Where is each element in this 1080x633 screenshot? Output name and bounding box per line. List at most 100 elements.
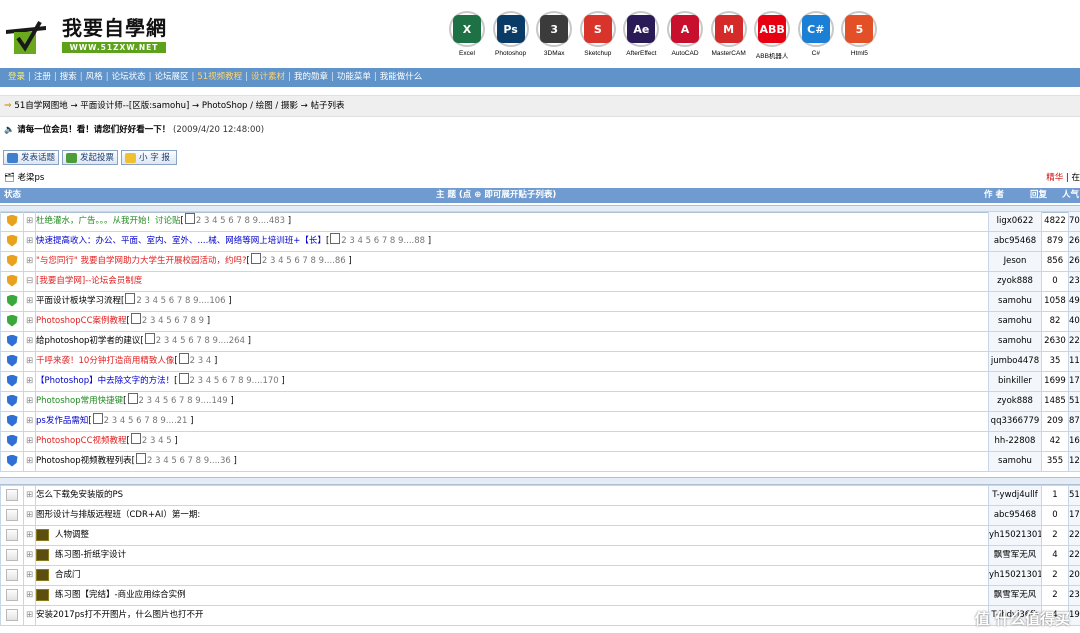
expand-toggle-icon[interactable]: ⊞ bbox=[23, 585, 36, 606]
author-link[interactable]: yh1502130125 bbox=[988, 565, 1042, 586]
aftereffects-icon[interactable]: Ae AfterEffect bbox=[618, 11, 664, 57]
expand-toggle-icon[interactable]: ⊞ bbox=[23, 451, 36, 472]
author-link[interactable]: jumbo4478 bbox=[988, 351, 1042, 372]
abb-robot-icon[interactable]: ABB ABB机器人 bbox=[749, 11, 795, 60]
page-links[interactable]: 2 3 4 5 6 7 8 9....483 bbox=[196, 216, 285, 226]
expand-toggle-icon[interactable]: ⊞ bbox=[23, 485, 36, 506]
page-links[interactable]: 2 3 4 5 6 7 8 9....149 bbox=[139, 396, 228, 406]
3dsmax-icon[interactable]: 3 3DMax bbox=[531, 11, 577, 57]
expand-toggle-icon[interactable]: ⊞ bbox=[23, 565, 36, 586]
author-link[interactable]: 飘雪军无风 bbox=[988, 585, 1042, 606]
topic-link[interactable]: 图形设计与排版远程班（CDR+AI）第一期: bbox=[37, 510, 201, 520]
expand-toggle-icon[interactable]: ⊞ bbox=[23, 545, 36, 566]
forum-name[interactable]: 老梁ps bbox=[18, 173, 45, 183]
topic-link[interactable]: 人物调整 bbox=[55, 530, 89, 540]
expand-toggle-icon[interactable]: ⊞ bbox=[23, 291, 36, 312]
topic-link[interactable]: 怎么下载免安装版的PS bbox=[37, 490, 124, 500]
author-link[interactable]: zyok888 bbox=[988, 271, 1042, 292]
topic-link[interactable]: 给photoshop初学者的建议 bbox=[37, 336, 141, 346]
page-links[interactable]: 2 3 4 5 6 7 8 9....170 bbox=[190, 376, 279, 386]
expand-toggle-icon[interactable]: ⊞ bbox=[23, 371, 36, 392]
author-link[interactable]: ligx0622 bbox=[988, 211, 1042, 232]
author-link[interactable]: samohu bbox=[988, 291, 1042, 312]
topic-link[interactable]: "与您同行" 我要自学网助力大学生开展校园活动，约吗? bbox=[37, 256, 247, 266]
topic-link[interactable]: 合成门 bbox=[55, 570, 81, 580]
menu-item[interactable]: 登录 bbox=[8, 68, 25, 87]
topic-link[interactable]: ps发作品需知 bbox=[37, 416, 89, 426]
author-link[interactable]: 飘雪军无风 bbox=[988, 545, 1042, 566]
excel-icon[interactable]: X Excel bbox=[444, 11, 490, 57]
csharp-icon[interactable]: C# C# bbox=[793, 11, 839, 57]
menu-item[interactable]: 我能做什么 bbox=[380, 68, 423, 87]
page-links[interactable]: 2 3 4 5 6 7 8 9....21 bbox=[104, 416, 188, 426]
author-link[interactable]: binkiller bbox=[988, 371, 1042, 392]
topic-link[interactable]: PhotoshopCC视频教程 bbox=[37, 436, 127, 446]
new-poll-button[interactable]: 发起投票 bbox=[62, 150, 118, 165]
expand-toggle-icon[interactable]: ⊞ bbox=[23, 411, 36, 432]
topic-link[interactable]: [我要自学网]--论坛会员制度 bbox=[37, 276, 143, 286]
topic-link[interactable]: 平面设计板块学习流程 bbox=[37, 296, 122, 306]
topic-link[interactable]: 练习图【完结】-商业应用综合实例 bbox=[55, 590, 186, 600]
author-link[interactable]: abc95468 bbox=[988, 231, 1042, 252]
menu-item[interactable]: 风格 bbox=[86, 68, 103, 87]
online-link[interactable]: | 在 bbox=[1066, 173, 1080, 183]
expand-toggle-icon[interactable]: ⊞ bbox=[23, 211, 36, 232]
elite-link[interactable]: 精华 bbox=[1046, 173, 1063, 183]
expand-toggle-icon[interactable]: ⊞ bbox=[23, 251, 36, 272]
new-topic-button[interactable]: 发表话题 bbox=[3, 150, 59, 165]
menu-item[interactable]: 51视频教程 bbox=[197, 68, 242, 87]
menu-item[interactable]: 注册 bbox=[34, 68, 51, 87]
autocad-icon[interactable]: A AutoCAD bbox=[662, 11, 708, 57]
menu-item[interactable]: 我的勋章 bbox=[294, 68, 328, 87]
announcement-link[interactable]: 请每一位会员！看！请您们好好看一下！ bbox=[17, 125, 170, 135]
mastercam-icon[interactable]: M MasterCAM bbox=[706, 11, 752, 57]
topic-link[interactable]: 杜绝灌水，广告。。。从我开始！讨论贴 bbox=[37, 216, 181, 226]
menu-item[interactable]: 论坛展区 bbox=[154, 68, 188, 87]
topic-link[interactable]: PhotoshopCC案例教程 bbox=[37, 316, 127, 326]
page-links[interactable]: 2 3 4 5 6 7 8 9....86 bbox=[262, 256, 346, 266]
author-link[interactable]: samohu bbox=[988, 311, 1042, 332]
author-link[interactable]: hh-22808 bbox=[988, 431, 1042, 452]
menu-item[interactable]: 设计素材 bbox=[251, 68, 285, 87]
author-link[interactable]: qq3366779 bbox=[988, 411, 1042, 432]
menu-item[interactable]: 功能菜单 bbox=[337, 68, 371, 87]
breadcrumb-text[interactable]: 51自学网图地 → 平面设计师--[区版:samohu] → PhotoShop… bbox=[14, 101, 344, 111]
topic-link[interactable]: 安装2017ps打不开图片，什么图片也打不开 bbox=[37, 610, 204, 620]
author-link[interactable]: Jeson bbox=[988, 251, 1042, 272]
menu-item[interactable]: 论坛状态 bbox=[112, 68, 146, 87]
expand-toggle-icon[interactable]: ⊞ bbox=[23, 311, 36, 332]
page-links[interactable]: 2 3 4 5 6 7 8 9....88 bbox=[341, 236, 425, 246]
page-links[interactable]: 2 3 4 5 6 7 8 9....264 bbox=[156, 336, 245, 346]
topic-link[interactable]: 【Photoshop】中去除文字的方法！ bbox=[37, 376, 175, 386]
page-links[interactable]: 2 3 4 bbox=[190, 356, 212, 366]
topic-link[interactable]: 快速提高收入：办公、平面、室内、室外、....械、网络等网上培训班+【长】 bbox=[37, 236, 326, 246]
menu-item[interactable]: 搜索 bbox=[60, 68, 77, 87]
small-post-button[interactable]: 小 字 报 bbox=[121, 150, 177, 165]
page-links[interactable]: 2 3 4 5 6 7 8 9....36 bbox=[147, 456, 231, 466]
photoshop-icon[interactable]: Ps Photoshop bbox=[488, 11, 534, 57]
expand-toggle-icon[interactable]: ⊞ bbox=[23, 231, 36, 252]
topic-link[interactable]: 千呼来袭！10分钟打造商用精致人像 bbox=[37, 356, 175, 366]
author-link[interactable]: zyok888 bbox=[988, 391, 1042, 412]
expand-toggle-icon[interactable]: ⊞ bbox=[23, 431, 36, 452]
author-link[interactable]: samohu bbox=[988, 451, 1042, 472]
expand-toggle-icon[interactable]: ⊟ bbox=[23, 271, 36, 292]
topic-link[interactable]: 练习图-折纸字设计 bbox=[55, 550, 126, 560]
author-link[interactable]: abc95468 bbox=[988, 505, 1042, 526]
page-links[interactable]: 2 3 4 5 6 7 8 9....106 bbox=[136, 296, 225, 306]
author-link[interactable]: yh1502130125 bbox=[988, 525, 1042, 546]
expand-toggle-icon[interactable]: ⊞ bbox=[23, 505, 36, 526]
html5-icon[interactable]: 5 Html5 bbox=[836, 11, 882, 57]
expand-toggle-icon[interactable]: ⊞ bbox=[23, 525, 36, 546]
expand-toggle-icon[interactable]: ⊞ bbox=[23, 391, 36, 412]
site-logo[interactable]: 我要自學網 WWW.51ZXW.NET bbox=[4, 12, 169, 56]
page-links[interactable]: 2 3 4 5 bbox=[142, 436, 172, 446]
expand-toggle-icon[interactable]: ⊞ bbox=[23, 351, 36, 372]
topic-link[interactable]: Photoshop视频教程列表 bbox=[37, 456, 132, 466]
author-link[interactable]: samohu bbox=[988, 331, 1042, 352]
sketchup-icon[interactable]: S Sketchup bbox=[575, 11, 621, 57]
page-links[interactable]: 2 3 4 5 6 7 8 9 bbox=[142, 316, 204, 326]
author-link[interactable]: T-ywdj4ullf bbox=[988, 485, 1042, 506]
expand-icon[interactable]: ⊕ bbox=[474, 190, 481, 200]
expand-toggle-icon[interactable]: ⊞ bbox=[23, 605, 36, 626]
